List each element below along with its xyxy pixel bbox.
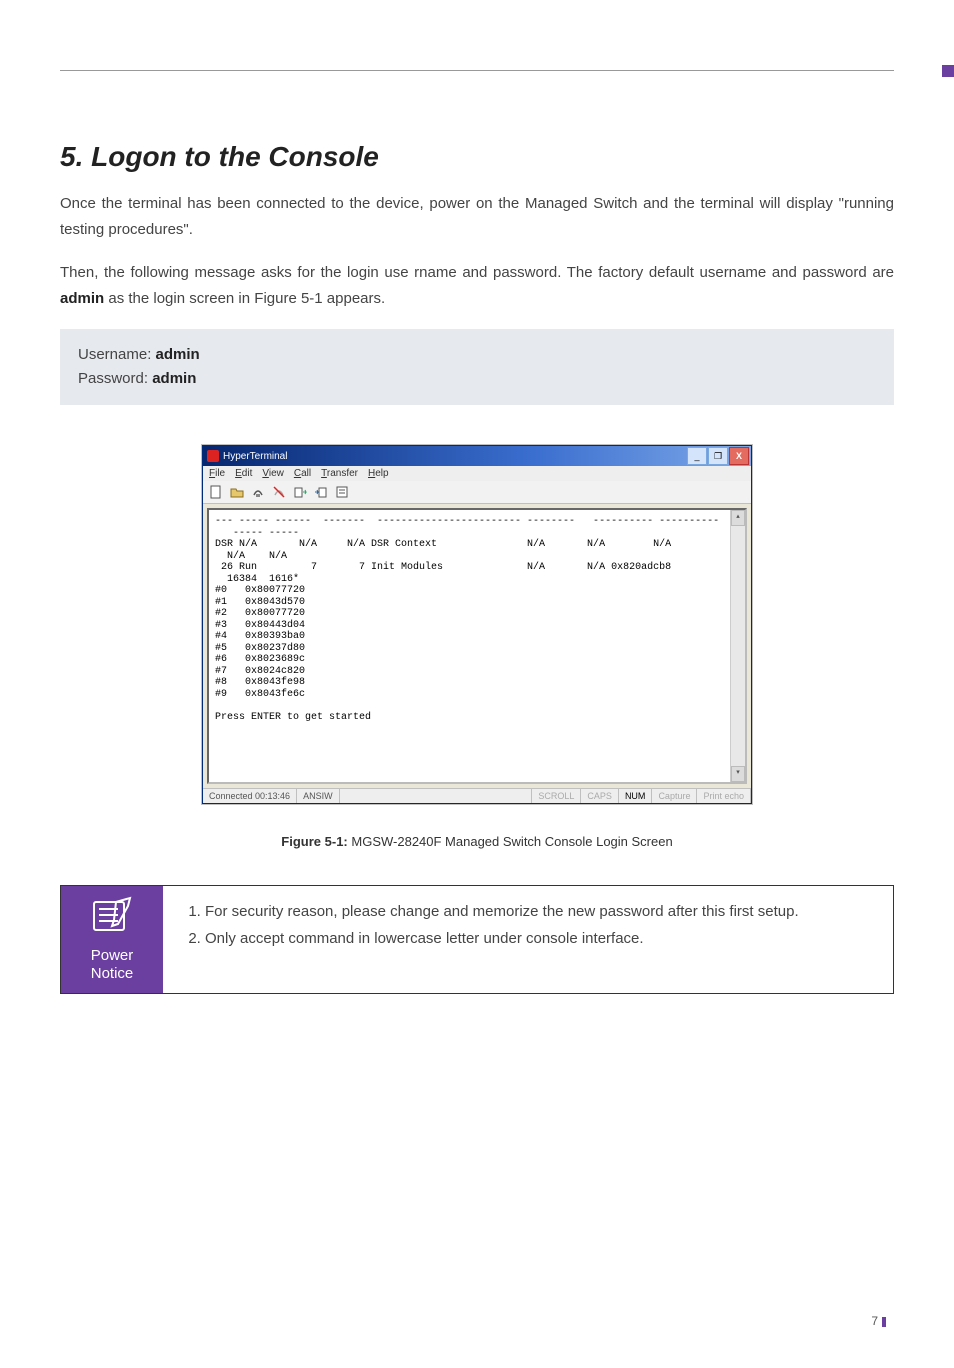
tool-disconnect-icon[interactable] [270, 483, 288, 501]
window-title: HyperTerminal [223, 451, 287, 462]
notice-left-panel: Power Notice [61, 886, 163, 993]
close-button[interactable]: X [729, 447, 749, 465]
credentials-box: Username: admin Password: admin [60, 329, 894, 405]
password-value: admin [152, 370, 196, 387]
terminal-output: --- ----- ------ ------- ---------------… [207, 508, 747, 784]
header-rule [60, 70, 894, 71]
status-num: NUM [619, 789, 653, 803]
tool-send-icon[interactable] [291, 483, 309, 501]
notice-box: Power Notice For security reason, please… [60, 885, 894, 994]
scrollbar[interactable]: ▴ ▾ [730, 510, 745, 782]
statusbar: Connected 00:13:46 ANSIW SCROLL CAPS NUM… [203, 788, 751, 803]
tool-receive-icon[interactable] [312, 483, 330, 501]
menu-edit[interactable]: Edit [235, 468, 252, 479]
paragraph-1: Once the terminal has been connected to … [60, 191, 894, 242]
figure-text: MGSW-28240F Managed Switch Console Login… [348, 834, 673, 849]
menubar: File Edit View Call Transfer Help [203, 466, 751, 481]
figure-label: Figure 5-1: [281, 834, 347, 849]
username-value: admin [156, 346, 200, 363]
status-printecho: Print echo [697, 789, 751, 803]
tool-new-icon[interactable] [207, 483, 225, 501]
app-icon [207, 450, 219, 462]
tool-properties-icon[interactable] [333, 483, 351, 501]
menu-call[interactable]: Call [294, 468, 311, 479]
menu-file[interactable]: File [209, 468, 225, 479]
menu-transfer[interactable]: Transfer [321, 468, 358, 479]
figure-caption: Figure 5-1: MGSW-28240F Managed Switch C… [60, 834, 894, 849]
paragraph-2-post: as the login screen in Figure 5-1 appear… [104, 290, 385, 307]
titlebar: HyperTerminal _ ❐ X [203, 446, 751, 466]
paragraph-2: Then, the following message asks for the… [60, 260, 894, 311]
paragraph-2-bold: admin [60, 290, 104, 307]
status-emulation: ANSIW [297, 789, 340, 803]
status-scroll: SCROLL [532, 789, 581, 803]
notice-label-line1: Power [91, 947, 134, 965]
minimize-button[interactable]: _ [687, 447, 707, 465]
maximize-button[interactable]: ❐ [708, 447, 728, 465]
notice-item-2: Only accept command in lowercase letter … [205, 927, 873, 952]
tool-open-icon[interactable] [228, 483, 246, 501]
tool-connect-icon[interactable] [249, 483, 267, 501]
scroll-down-icon[interactable]: ▾ [731, 766, 745, 782]
status-capture: Capture [652, 789, 697, 803]
menu-view[interactable]: View [262, 468, 284, 479]
menu-help[interactable]: Help [368, 468, 389, 479]
section-title: 5. Logon to the Console [60, 141, 894, 173]
notice-content: For security reason, please change and m… [163, 886, 893, 993]
password-label: Password: [78, 370, 152, 387]
username-label: Username: [78, 346, 156, 363]
status-connected: Connected 00:13:46 [203, 789, 297, 803]
paragraph-2-pre: Then, the following message asks for the… [60, 264, 894, 281]
toolbar [203, 481, 751, 504]
hyperterminal-window: HyperTerminal _ ❐ X File Edit View Call … [202, 445, 752, 804]
status-spacer [340, 789, 533, 803]
notepad-icon [88, 896, 136, 941]
notice-label-line2: Notice [91, 965, 134, 983]
status-caps: CAPS [581, 789, 619, 803]
page-number: 7 [60, 1314, 894, 1328]
scroll-up-icon[interactable]: ▴ [731, 510, 745, 526]
notice-item-1: For security reason, please change and m… [205, 900, 873, 925]
